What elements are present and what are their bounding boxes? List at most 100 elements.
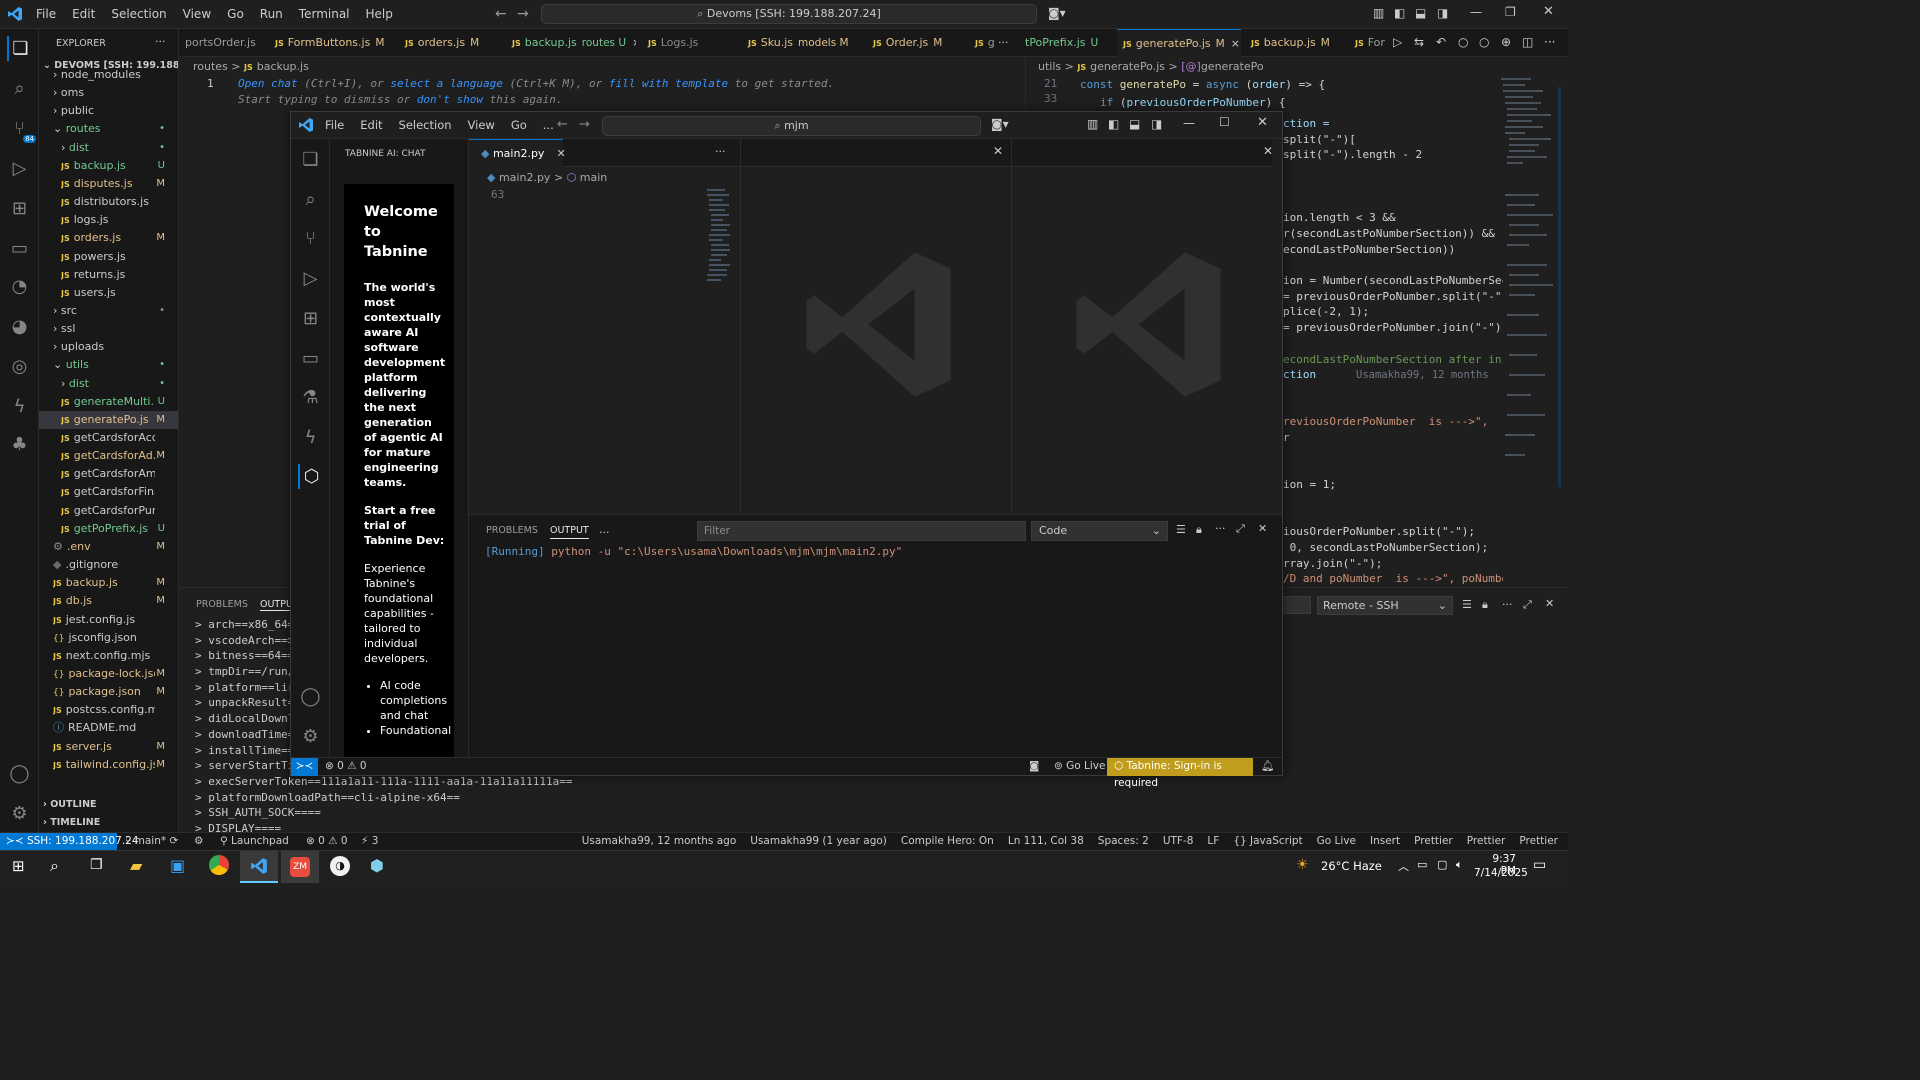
close-group-icon[interactable]: ✕ [993, 144, 1003, 158]
editor-tab[interactable]: tPoPrefix.js U [1019, 29, 1119, 57]
status-item[interactable]: Ln 111, Col 38 [1008, 833, 1084, 850]
file-item[interactable]: JS backup.js U [39, 157, 178, 175]
file-item[interactable]: {} jsconfig.json [39, 629, 178, 647]
thunder-client-icon[interactable]: ϟ [298, 425, 323, 450]
file-item[interactable]: JS getCardsforAd... M [39, 447, 178, 465]
docker-icon[interactable]: ◎ [7, 354, 32, 379]
launchpad-button[interactable]: ⚲ Launchpad [220, 833, 289, 850]
file-item[interactable]: JSgetCardsforAccount.js [39, 429, 178, 447]
remote-indicator[interactable]: ≻≺ SSH: 199.188.207.24 [0, 833, 139, 851]
extensions-icon[interactable]: ⊞ [298, 306, 323, 331]
app-icon[interactable]: ◑ [330, 856, 350, 876]
editor-tab[interactable]: portsOrder.js [179, 29, 264, 57]
remote-explorer-icon[interactable]: ▭ [298, 346, 323, 371]
file-item[interactable]: JSgetCardsforAmazon.js [39, 465, 178, 483]
menu-item-file[interactable]: File [28, 0, 64, 29]
filter-input[interactable] [1281, 596, 1311, 614]
output-channel-select[interactable]: Remote - SSH ⌄ [1317, 596, 1453, 615]
file-item[interactable]: ⓘ README.md [39, 719, 178, 737]
account-icon[interactable]: ◯ [298, 684, 323, 709]
tabnine-icon[interactable]: ⬡ [298, 464, 323, 489]
file-item[interactable]: JS returns.js [39, 266, 178, 284]
vscode-taskbar-button[interactable] [240, 851, 278, 883]
forward-arrow-icon[interactable]: → [517, 6, 529, 22]
menu-item-selection[interactable]: Selection [103, 0, 174, 29]
file-item[interactable]: JS server.js M [39, 738, 178, 756]
maximize-panel-icon[interactable]: ⤢ [1523, 598, 1532, 612]
close-panel-icon[interactable]: ✕ [1258, 522, 1267, 535]
tab-main2-py[interactable]: ◆ main2.py ✕ [469, 139, 566, 167]
network-icon[interactable]: ▭ [1417, 858, 1427, 871]
breadcrumb-right[interactable]: utils > JS generatePo.js > [@]generatePo [1038, 60, 1264, 73]
app-icon[interactable]: ⬢ [370, 856, 384, 875]
compare-icon[interactable]: ⇆ [1414, 35, 1424, 49]
previous-change-icon[interactable]: ○ [1458, 35, 1468, 49]
menu-item[interactable]: Edit [352, 112, 390, 139]
file-item[interactable]: JS tailwind.config.js M [39, 756, 178, 774]
editor-tab[interactable]: JS Order.js M [867, 29, 964, 57]
status-item[interactable]: Usamakha99 (1 year ago) [750, 833, 887, 850]
editor-group-divider[interactable] [740, 139, 741, 514]
maximize-panel-icon[interactable]: ⤢ [1236, 522, 1245, 536]
split-editor-icon[interactable]: ◫ [1522, 35, 1533, 49]
editor-tab[interactable]: JS Logs.js [642, 29, 737, 57]
file-item[interactable]: JS backup.js M [39, 574, 178, 592]
problems-indicator[interactable]: ⊗ 0 ⚠ 0 [325, 758, 367, 775]
extensions-icon[interactable]: ⊞ [7, 196, 32, 221]
folder-item[interactable]: › public [39, 102, 178, 120]
outline-section[interactable]: › OUTLINE [43, 799, 97, 810]
close-panel-icon[interactable]: ✕ [1545, 597, 1554, 610]
folder-item[interactable]: › dist • [39, 139, 178, 157]
status-item[interactable]: UTF-8 [1163, 833, 1194, 850]
testing-icon[interactable]: ⚗ [298, 385, 323, 410]
tab-problems[interactable]: PROBLEMS [196, 599, 248, 610]
file-item[interactable]: JS orders.js M [39, 229, 178, 247]
file-item[interactable]: JS getPoPrefix.js U [39, 520, 178, 538]
search-icon[interactable]: ⌕ [7, 76, 32, 101]
status-item[interactable]: Prettier [1519, 833, 1558, 850]
source-control-icon[interactable]: ⑂ [298, 226, 323, 251]
status-item[interactable]: Go Live [1317, 833, 1356, 850]
overview-ruler[interactable] [1558, 87, 1561, 487]
minimize-icon[interactable]: — [1470, 5, 1482, 19]
file-item[interactable]: JS logs.js [39, 211, 178, 229]
folder-item[interactable]: › uploads [39, 338, 178, 356]
file-item[interactable]: ◆ .gitignore [39, 556, 178, 574]
revert-icon[interactable]: ↶ [1436, 35, 1446, 49]
sync-icon[interactable]: ⚙ [194, 833, 203, 850]
explorer-icon[interactable]: ❏ [7, 36, 32, 61]
status-item[interactable]: LF [1207, 833, 1219, 850]
folder-item[interactable]: › dist • [39, 375, 178, 393]
inner-breadcrumb[interactable]: ◆ main2.py > ⬡ main [487, 171, 607, 184]
lock-scroll-icon[interactable]: 🔒︎ [1196, 523, 1202, 537]
breadcrumb-file[interactable]: main2.py [499, 171, 550, 184]
source-control-icon[interactable]: ⑂ 84 [7, 116, 36, 143]
file-item[interactable]: JSgetCardsforPurchasi... [39, 502, 178, 520]
editor-more-icon[interactable]: ··· [1544, 35, 1555, 49]
forward-arrow-icon[interactable]: → [579, 117, 590, 132]
more-actions-icon[interactable]: ··· [155, 35, 166, 48]
next-change-icon[interactable]: ○ [1479, 35, 1489, 49]
zoom-taskbar-button[interactable]: ZM [281, 851, 319, 883]
folder-item[interactable]: ⌄ routes • [39, 120, 178, 138]
breadcrumb-file[interactable]: backup.js [257, 60, 309, 73]
editor-tab[interactable]: JS orders.js M [399, 29, 504, 57]
file-item[interactable]: JS users.js [39, 284, 178, 302]
run-debug-icon[interactable]: ▷ [7, 156, 32, 181]
thunder-client-icon[interactable]: ϟ [7, 394, 32, 419]
breadcrumb-symbol[interactable]: main [580, 171, 607, 184]
output-channel-select[interactable]: Code ⌄ [1031, 521, 1168, 541]
run-icon[interactable]: ▷ [1393, 35, 1402, 49]
search-icon[interactable]: ⌕ [50, 856, 59, 876]
notifications-icon[interactable]: 🔔︎ [1261, 758, 1274, 775]
open-changes-icon[interactable]: ⊕ [1501, 35, 1511, 49]
toggle-secondary-sidebar-icon[interactable]: ◨ [1151, 117, 1162, 131]
file-item[interactable]: {}package-lock.jsonM [39, 665, 178, 683]
file-item[interactable]: JS next.config.mjs [39, 647, 178, 665]
store-icon[interactable]: ▣ [170, 856, 185, 875]
notification-center-icon[interactable]: ▭ [1533, 857, 1546, 873]
restore-icon[interactable]: ❐ [1505, 5, 1516, 19]
gitlens-icon[interactable]: ◕ [7, 314, 32, 339]
ports-indicator[interactable]: ⚡ 3 [361, 833, 378, 850]
weather-text[interactable]: 26°C Haze [1321, 859, 1382, 873]
